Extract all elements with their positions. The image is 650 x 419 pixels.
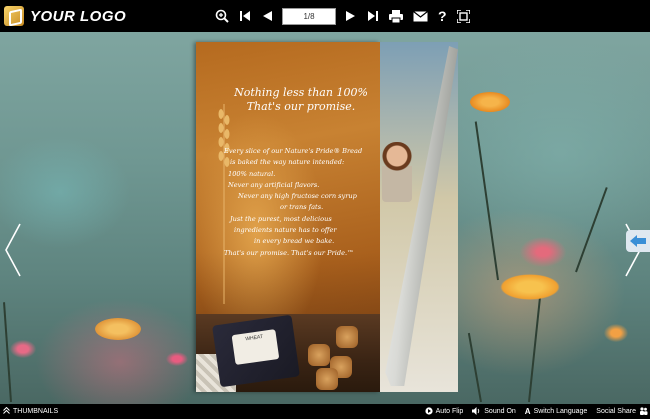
headline-line: Nothing less than 100% — [234, 86, 368, 99]
flower-stem — [575, 187, 608, 273]
play-icon — [425, 406, 433, 417]
bag-label: WHEAT — [231, 329, 280, 365]
flower-stem — [528, 292, 542, 403]
bread-photo: WHEAT — [196, 314, 380, 392]
speaker-icon — [472, 406, 481, 417]
bread-bag: WHEAT — [212, 314, 300, 388]
body-line: Every slice of our Nature's Pride® Bread — [224, 147, 363, 155]
page-headline: Nothing less than 100% That's our promis… — [231, 86, 371, 114]
first-page-button[interactable] — [239, 10, 251, 22]
email-icon — [413, 10, 428, 21]
toast-slice — [308, 344, 330, 366]
top-toolbar: YOUR LOGO 1/8 ? — [0, 0, 650, 32]
flipbook-viewer: YOUR LOGO 1/8 ? Nothing less than 100% T… — [0, 0, 650, 419]
body-line: Never any artificial flavors. — [228, 180, 320, 189]
last-page-button[interactable] — [367, 10, 379, 22]
fullscreen-icon — [456, 9, 470, 23]
toast-slice — [336, 326, 358, 348]
zoom-in-button[interactable] — [215, 9, 229, 23]
side-panel-toggle[interactable] — [626, 230, 650, 252]
navigation-toolbar: 1/8 ? — [210, 5, 475, 27]
previous-page-button[interactable] — [261, 10, 273, 22]
sound-on-label: Sound On — [484, 408, 516, 415]
zoom-in-icon — [215, 9, 229, 23]
flower-stem — [467, 332, 482, 403]
double-chevron-up-icon — [3, 406, 10, 416]
bottom-toolbar: THUMBNAILS Auto Flip Sound On A Switch L… — [0, 404, 650, 419]
auto-flip-button[interactable]: Auto Flip — [425, 406, 464, 417]
orange-flower — [604, 324, 628, 342]
flower-stem — [474, 121, 499, 281]
pink-flower — [10, 340, 36, 358]
first-page-icon — [240, 11, 250, 21]
body-line: 100% natural. — [228, 169, 276, 178]
switch-language-button[interactable]: A Switch Language — [525, 407, 588, 416]
body-line: ingredients nature has to offer — [234, 226, 337, 235]
print-icon — [389, 9, 403, 23]
logo: YOUR LOGO — [4, 6, 126, 26]
pink-flower — [166, 352, 188, 366]
body-line: Just the purest, most delicious — [230, 214, 332, 223]
body-line: in every bread we bake. — [254, 237, 335, 246]
help-button[interactable]: ? — [438, 8, 447, 24]
help-icon: ? — [438, 8, 447, 24]
toast-slice — [316, 368, 338, 390]
body-line: or trans fats. — [280, 203, 324, 212]
body-line: Never any high fructose corn syrup — [238, 192, 357, 201]
logo-icon — [4, 6, 24, 26]
pink-flower — [520, 237, 566, 267]
orange-flower — [470, 92, 510, 112]
flipbook[interactable]: Nothing less than 100% That's our promis… — [196, 42, 458, 392]
orange-flower — [500, 274, 560, 300]
left-page[interactable]: Nothing less than 100% That's our promis… — [196, 42, 380, 392]
previous-page-arrow[interactable] — [4, 222, 22, 278]
auto-flip-label: Auto Flip — [435, 408, 464, 415]
logo-text: YOUR LOGO — [30, 7, 127, 25]
social-share-label: Social Share — [596, 408, 636, 415]
last-page-icon — [368, 11, 378, 21]
chevron-left-icon — [5, 223, 21, 277]
print-button[interactable] — [389, 9, 403, 23]
language-icon: A — [524, 407, 531, 416]
body-line: is baked the way nature intended: — [230, 158, 345, 167]
headline-line: That's our promise. — [246, 100, 356, 113]
next-page-icon — [346, 11, 355, 21]
page-body-text: Every slice of our Nature's Pride® Bread… — [224, 146, 374, 259]
fullscreen-button[interactable] — [456, 9, 470, 23]
email-button[interactable] — [413, 10, 428, 22]
orange-flower — [95, 318, 141, 340]
arrow-left-icon — [630, 235, 646, 247]
sound-toggle-button[interactable]: Sound On — [472, 406, 516, 417]
child-photo — [382, 142, 412, 202]
body-line: That's our promise. That's our Pride.™ — [224, 248, 354, 257]
thumbnails-label: THUMBNAILS — [13, 408, 59, 415]
next-page-button[interactable] — [345, 10, 357, 22]
bottom-controls: Auto Flip Sound On A Switch Language Soc… — [416, 404, 648, 419]
thumbnails-button[interactable]: THUMBNAILS — [3, 406, 59, 416]
previous-page-icon — [263, 11, 272, 21]
page-number-input[interactable]: 1/8 — [282, 7, 336, 25]
social-share-button[interactable]: Social Share — [596, 406, 648, 417]
switch-language-label: Switch Language — [533, 408, 588, 415]
share-users-icon — [639, 406, 648, 417]
